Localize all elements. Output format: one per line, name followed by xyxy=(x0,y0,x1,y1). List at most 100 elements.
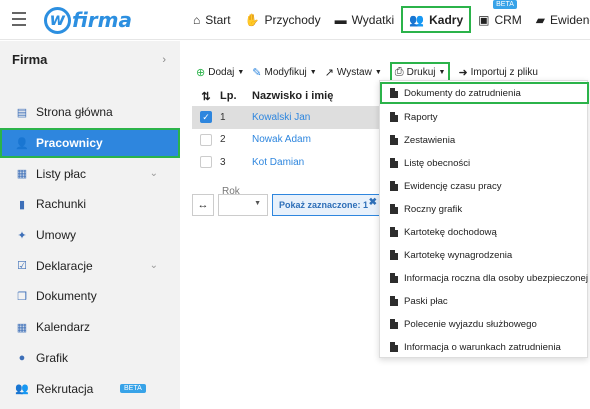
document-icon xyxy=(390,135,398,145)
print-menu-item[interactable]: Listę obecności xyxy=(380,152,589,174)
caret-down-icon: ▼ xyxy=(374,68,382,76)
close-icon[interactable]: ✖ xyxy=(369,197,377,208)
issue-label: Wystaw xyxy=(336,66,372,78)
sidebar-header[interactable]: Firma › xyxy=(0,41,180,78)
sidebar-title: Firma xyxy=(12,52,48,67)
document-icon xyxy=(390,296,398,306)
print-menu-item[interactable]: Zestawienia xyxy=(380,129,589,151)
clock-icon: ● xyxy=(18,351,26,364)
print-menu-item[interactable]: Polecenie wyjazdu służbowego xyxy=(380,313,589,335)
nav-ewidencje[interactable]: ▰ Ewidencje xyxy=(529,6,590,33)
row-checkbox[interactable] xyxy=(200,133,212,146)
toolbar: ⊕ Dodaj ▼ ✎ Modyfikuj ▼ ↗ Wystaw ▼ ⎙ Dru… xyxy=(196,62,546,82)
print-menu-label: Informacja o warunkach zatrudnienia xyxy=(404,341,561,353)
nav-kadry[interactable]: 👥 Kadry xyxy=(401,6,472,33)
sidebar-item-label: Strona główna xyxy=(36,105,113,120)
export-icon: ↗ xyxy=(324,66,334,79)
nav-label: Przychody xyxy=(264,12,321,27)
main-nav: ⌂ Start ✋ Przychody ▬ Wydatki 👥 Kadry ▣ … xyxy=(186,0,590,33)
row-checkbox[interactable] xyxy=(200,156,212,169)
recruitment-icon: 👥 xyxy=(15,383,29,396)
caret-down-icon: ▼ xyxy=(309,68,317,76)
year-select[interactable]: ▼ xyxy=(218,194,268,216)
print-menu-item[interactable]: Paski płac xyxy=(380,290,589,312)
show-selected-filter[interactable]: Pokaż zaznaczone: 1 ✖ xyxy=(272,194,380,216)
sidebar-item-dokumenty[interactable]: ❐ Dokumenty xyxy=(0,281,180,312)
sidebar-item-kalendarz[interactable]: ▦ Kalendarz xyxy=(0,312,180,343)
chevron-down-icon[interactable]: ⌄ xyxy=(150,260,158,271)
print-menu-item[interactable]: Ewidencję czasu pracy xyxy=(380,175,589,197)
sidebar-item-label: Rekrutacja xyxy=(36,381,94,396)
sidebar: Firma › ▤ Strona główna 👤 Pracownicy ▦ L… xyxy=(0,41,180,409)
sidebar-item-strona-glowna[interactable]: ▤ Strona główna xyxy=(0,97,180,128)
document-icon xyxy=(390,227,398,237)
nav-wydatki[interactable]: ▬ Wydatki xyxy=(328,6,402,33)
issue-button[interactable]: ↗ Wystaw ▼ xyxy=(325,62,382,82)
handshake-icon: ✦ xyxy=(17,229,27,242)
print-menu-item[interactable]: Dokumenty do zatrudnienia xyxy=(380,82,589,104)
print-menu-label: Raporty xyxy=(404,111,438,123)
nav-przychody[interactable]: ✋ Przychody xyxy=(238,6,328,33)
import-button[interactable]: ➜ Importuj z pliku xyxy=(458,62,537,82)
sort-icon[interactable]: ⇅ xyxy=(192,90,220,103)
sidebar-item-rachunki[interactable]: ▮ Rachunki xyxy=(0,189,180,220)
row-lp: 2 xyxy=(220,134,226,146)
app-logo[interactable]: w firma xyxy=(44,6,132,34)
sidebar-item-grafik[interactable]: ● Grafik xyxy=(0,343,180,374)
folder-icon: ▰ xyxy=(535,12,546,27)
print-menu-label: Dokumenty do zatrudnienia xyxy=(404,87,521,99)
document-icon xyxy=(390,342,398,352)
sidebar-item-umowy[interactable]: ✦ Umowy xyxy=(0,220,180,251)
caret-down-icon: ▼ xyxy=(438,68,446,76)
print-menu-item[interactable]: Informacja roczna dla osoby ubezpieczone… xyxy=(380,267,589,289)
users-icon: 👥 xyxy=(409,12,425,27)
checklist-icon: ☑ xyxy=(17,260,27,273)
caret-down-icon: ▼ xyxy=(237,68,245,76)
nav-crm[interactable]: ▣ CRM BETA xyxy=(471,0,529,33)
nav-label: Kadry xyxy=(429,12,464,27)
print-menu-label: Polecenie wyjazdu służbowego xyxy=(404,318,537,330)
sidebar-item-listy-plac[interactable]: ▦ Listy płac ⌄ xyxy=(0,158,180,189)
caret-down-icon: ▼ xyxy=(254,200,261,207)
chevron-right-icon[interactable]: › xyxy=(162,54,166,66)
wallet-icon: ▬ xyxy=(334,12,347,27)
table-row[interactable]: 2 Nowak Adam xyxy=(192,129,380,152)
print-menu-item[interactable]: Informacja o warunkach zatrudnienia xyxy=(380,336,589,358)
nav-start[interactable]: ⌂ Start xyxy=(186,6,238,33)
nav-label: Start xyxy=(205,12,231,27)
print-menu-item[interactable]: Kartotekę dochodową xyxy=(380,221,589,243)
print-menu-label: Paski płac xyxy=(404,295,448,307)
table-row[interactable]: 3 Kot Damian xyxy=(192,151,380,174)
print-menu-item[interactable]: Raporty xyxy=(380,106,589,128)
sidebar-item-rekrutacja[interactable]: 👥 Rekrutacja BETA xyxy=(0,373,180,404)
chevron-down-icon[interactable]: ⌄ xyxy=(150,168,158,179)
modify-button[interactable]: ✎ Modyfikuj ▼ xyxy=(252,62,316,82)
print-menu-item[interactable]: Roczny grafik xyxy=(380,198,589,220)
print-button[interactable]: ⎙ Drukuj ▼ xyxy=(389,62,451,82)
sidebar-item-deklaracje[interactable]: ☑ Deklaracje ⌄ xyxy=(0,250,180,281)
show-selected-label: Pokaż zaznaczone: 1 xyxy=(279,200,369,210)
add-button[interactable]: ⊕ Dodaj ▼ xyxy=(196,62,244,82)
employee-name-link[interactable]: Kowalski Jan xyxy=(252,112,380,123)
table-row[interactable]: ✓ 1 Kowalski Jan xyxy=(192,106,380,129)
menu-icon[interactable] xyxy=(12,12,26,26)
employee-name-link[interactable]: Nowak Adam xyxy=(252,134,380,145)
modify-label: Modyfikuj xyxy=(264,66,307,78)
row-checkbox[interactable]: ✓ xyxy=(200,111,212,124)
document-icon xyxy=(390,250,398,260)
beta-badge: BETA xyxy=(120,384,146,394)
edit-icon: ✎ xyxy=(252,66,262,79)
print-menu-item[interactable]: Kartotekę wynagrodzenia xyxy=(380,244,589,266)
employee-name-link[interactable]: Kot Damian xyxy=(252,157,380,168)
expand-columns-icon[interactable]: ↔ xyxy=(192,194,214,216)
header-lp[interactable]: Lp. xyxy=(220,90,252,102)
home-icon: ⌂ xyxy=(193,12,201,27)
nav-label: CRM xyxy=(494,12,522,27)
sidebar-item-pracownicy[interactable]: 👤 Pracownicy xyxy=(0,127,180,159)
sidebar-item-label: Rachunki xyxy=(36,197,87,212)
document-icon xyxy=(390,273,398,283)
header-name[interactable]: Nazwisko i imię xyxy=(252,90,380,102)
logo-text: firma xyxy=(72,8,132,32)
beta-badge: BETA xyxy=(493,0,517,9)
sidebar-item-label: Umowy xyxy=(36,228,77,243)
